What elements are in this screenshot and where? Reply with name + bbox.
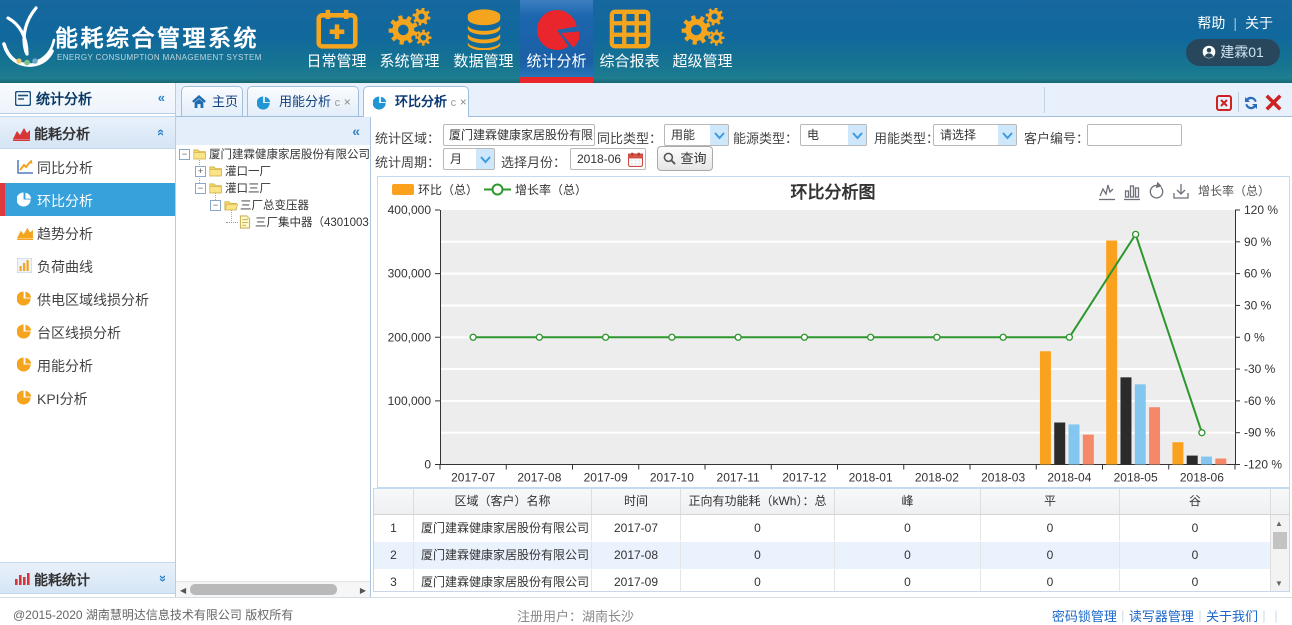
svg-text:300,000: 300,000 — [388, 267, 432, 281]
svg-text:增长率（总）: 增长率（总） — [515, 182, 587, 197]
svg-text:2017-11: 2017-11 — [717, 471, 760, 485]
svg-text:2017-07: 2017-07 — [451, 471, 495, 485]
svg-text:环比分析图: 环比分析图 — [791, 182, 876, 202]
svg-text:120 %: 120 % — [1244, 203, 1278, 217]
svg-text:400,000: 400,000 — [388, 203, 432, 217]
svg-text:2017-09: 2017-09 — [584, 471, 628, 485]
svg-text:2018-04: 2018-04 — [1047, 471, 1091, 485]
svg-text:100,000: 100,000 — [388, 394, 432, 408]
svg-text:2018-05: 2018-05 — [1114, 471, 1158, 485]
svg-text:-30 %: -30 % — [1244, 362, 1276, 376]
svg-text:2018-03: 2018-03 — [981, 471, 1025, 485]
svg-text:0 %: 0 % — [1244, 330, 1265, 344]
svg-text:2017-10: 2017-10 — [650, 471, 694, 485]
svg-text:2017-12: 2017-12 — [782, 471, 826, 485]
svg-text:30 %: 30 % — [1244, 298, 1272, 312]
svg-text:60 %: 60 % — [1244, 267, 1272, 281]
svg-text:-120 %: -120 % — [1244, 458, 1282, 472]
svg-text:-90 %: -90 % — [1244, 426, 1276, 440]
svg-text:-60 %: -60 % — [1244, 394, 1276, 408]
svg-text:0: 0 — [424, 458, 431, 472]
svg-text:2018-06: 2018-06 — [1180, 471, 1224, 485]
svg-text:2018-02: 2018-02 — [915, 471, 959, 485]
svg-text:90 %: 90 % — [1244, 235, 1272, 249]
svg-text:2017-08: 2017-08 — [517, 471, 561, 485]
svg-text:增长率（总）: 增长率（总） — [1198, 183, 1270, 198]
svg-text:200,000: 200,000 — [388, 330, 432, 344]
svg-text:环比（总）: 环比（总） — [418, 183, 478, 197]
svg-text:2018-01: 2018-01 — [849, 471, 893, 485]
